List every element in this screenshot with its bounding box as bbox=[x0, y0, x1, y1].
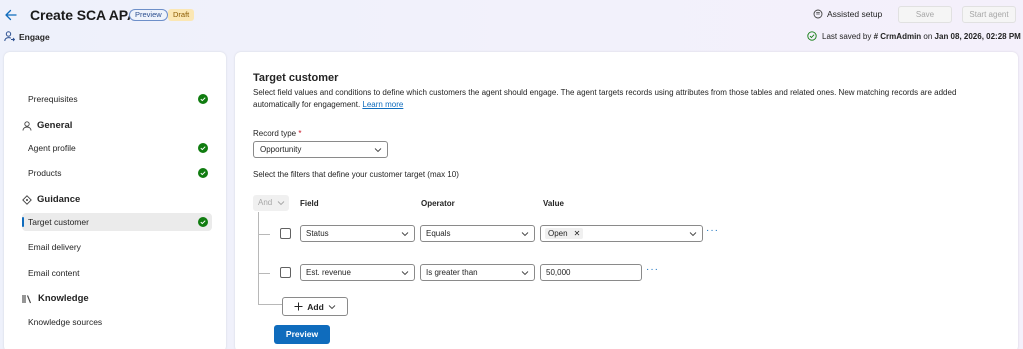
required-marker: * bbox=[298, 129, 302, 138]
operator-value: Equals bbox=[426, 229, 451, 238]
tree-branch bbox=[258, 234, 270, 235]
plus-icon bbox=[294, 302, 303, 311]
sidebar-item-label: Target customer bbox=[28, 217, 89, 227]
complete-check-icon bbox=[198, 168, 208, 178]
row-more-options-icon[interactable]: ··· bbox=[646, 264, 659, 275]
chevron-down-icon bbox=[401, 271, 409, 276]
person-engage-icon bbox=[4, 31, 15, 42]
chevron-down-icon bbox=[689, 232, 697, 237]
operator-value: Is greater than bbox=[426, 268, 478, 277]
column-header-value: Value bbox=[543, 199, 564, 208]
assisted-setup-label: Assisted setup bbox=[827, 9, 883, 19]
add-filter-button[interactable]: Add bbox=[282, 297, 348, 316]
complete-check-icon bbox=[198, 143, 208, 153]
save-button[interactable]: Save bbox=[898, 6, 952, 23]
field-dropdown[interactable]: Status bbox=[300, 225, 415, 242]
value-tag: Open ✕ bbox=[545, 228, 584, 239]
section-title: Target customer bbox=[253, 72, 339, 84]
value-text: 50,000 bbox=[546, 268, 571, 277]
start-agent-button[interactable]: Start agent bbox=[962, 6, 1016, 23]
complete-check-icon bbox=[198, 94, 208, 104]
operator-dropdown[interactable]: Equals bbox=[420, 225, 535, 242]
complete-check-icon bbox=[198, 217, 208, 227]
chevron-down-icon bbox=[328, 304, 336, 309]
sidebar-item-email-delivery[interactable]: Email delivery bbox=[22, 238, 212, 256]
assisted-setup-button[interactable]: Assisted setup bbox=[813, 9, 882, 19]
logic-operator-value: And bbox=[258, 198, 273, 207]
person-icon bbox=[22, 120, 32, 131]
record-type-dropdown[interactable]: Opportunity bbox=[253, 141, 388, 158]
last-saved-mid: on bbox=[923, 31, 933, 41]
sidebar-item-email-content[interactable]: Email content bbox=[22, 264, 212, 282]
checkmark-circle-icon bbox=[807, 31, 817, 41]
record-type-value: Opportunity bbox=[260, 145, 302, 154]
sidebar-item-label: Email content bbox=[28, 268, 80, 278]
chevron-down-icon bbox=[521, 271, 529, 276]
description-text: Select field values and conditions to de… bbox=[253, 88, 957, 109]
value-tag-label: Open bbox=[548, 229, 568, 238]
column-header-operator: Operator bbox=[421, 199, 455, 208]
logic-operator-dropdown[interactable]: And bbox=[253, 195, 289, 211]
row-more-options-icon[interactable]: ··· bbox=[706, 225, 719, 236]
chat-bubble-icon bbox=[813, 9, 823, 19]
last-saved-user: # CrmAdmin bbox=[873, 31, 922, 41]
sidebar-item-prerequisites[interactable]: Prerequisites bbox=[22, 90, 212, 108]
filters-label: Select the filters that define your cust… bbox=[253, 170, 459, 179]
last-saved-prefix: Last saved by bbox=[822, 31, 872, 41]
preview-badge: Preview bbox=[129, 9, 168, 21]
field-value: Est. revenue bbox=[306, 268, 351, 277]
section-label: Engage bbox=[4, 31, 50, 42]
preview-button[interactable]: Preview bbox=[274, 325, 330, 344]
tree-connector bbox=[258, 212, 259, 304]
section-description: Select field values and conditions to de… bbox=[253, 87, 998, 110]
column-header-field: Field bbox=[300, 199, 319, 208]
record-type-label-text: Record type bbox=[253, 129, 297, 138]
field-dropdown[interactable]: Est. revenue bbox=[300, 264, 415, 281]
tree-branch bbox=[258, 304, 282, 305]
sidebar-group-guidance: Guidance bbox=[22, 194, 80, 205]
learn-more-link[interactable]: Learn more bbox=[362, 100, 403, 109]
record-type-label: Record type * bbox=[253, 129, 302, 138]
sidebar-group-general: General bbox=[22, 120, 72, 131]
chevron-down-icon bbox=[277, 201, 285, 206]
row-checkbox[interactable] bbox=[280, 267, 291, 278]
sidebar-item-label: Email delivery bbox=[28, 242, 81, 252]
main-panel: Target customer Select field values and … bbox=[235, 52, 1018, 349]
sidebar-group-knowledge: Knowledge bbox=[22, 293, 89, 304]
value-multiselect[interactable]: Open ✕ bbox=[540, 225, 703, 242]
back-arrow-icon[interactable] bbox=[4, 8, 18, 22]
sidebar-item-label: Knowledge sources bbox=[28, 317, 103, 327]
sidebar-group-label: Knowledge bbox=[38, 293, 89, 304]
add-filter-label: Add bbox=[307, 301, 324, 312]
chevron-down-icon bbox=[401, 232, 409, 237]
sidebar-item-label: Agent profile bbox=[28, 143, 76, 153]
sidebar-group-label: Guidance bbox=[37, 194, 81, 205]
sidebar-group-label: General bbox=[37, 120, 73, 131]
sidebar: Prerequisites General Agent profile Prod… bbox=[4, 52, 226, 349]
last-saved-status: Last saved by # CrmAdmin on Jan 08, 2026… bbox=[807, 31, 1021, 41]
sidebar-item-agent-profile[interactable]: Agent profile bbox=[22, 139, 212, 157]
sidebar-item-products[interactable]: Products bbox=[22, 164, 212, 182]
section-label-text: Engage bbox=[19, 31, 50, 42]
sidebar-item-label: Prerequisites bbox=[28, 94, 78, 104]
operator-dropdown[interactable]: Is greater than bbox=[420, 264, 535, 281]
last-saved-date: Jan 08, 2026, 02:28 PM bbox=[934, 31, 1021, 41]
tree-branch bbox=[258, 273, 270, 274]
field-value: Status bbox=[306, 229, 329, 238]
value-input[interactable]: 50,000 bbox=[540, 264, 642, 281]
remove-tag-icon[interactable]: ✕ bbox=[574, 228, 581, 239]
library-icon bbox=[22, 294, 32, 303]
sidebar-item-target-customer[interactable]: Target customer bbox=[22, 213, 212, 231]
sidebar-item-knowledge-sources[interactable]: Knowledge sources bbox=[22, 313, 212, 331]
draft-badge: Draft bbox=[168, 9, 195, 21]
row-checkbox[interactable] bbox=[280, 228, 291, 239]
chevron-down-icon bbox=[521, 232, 529, 237]
sidebar-item-label: Products bbox=[28, 168, 62, 178]
compass-icon bbox=[22, 194, 32, 205]
chevron-down-icon bbox=[374, 148, 382, 153]
